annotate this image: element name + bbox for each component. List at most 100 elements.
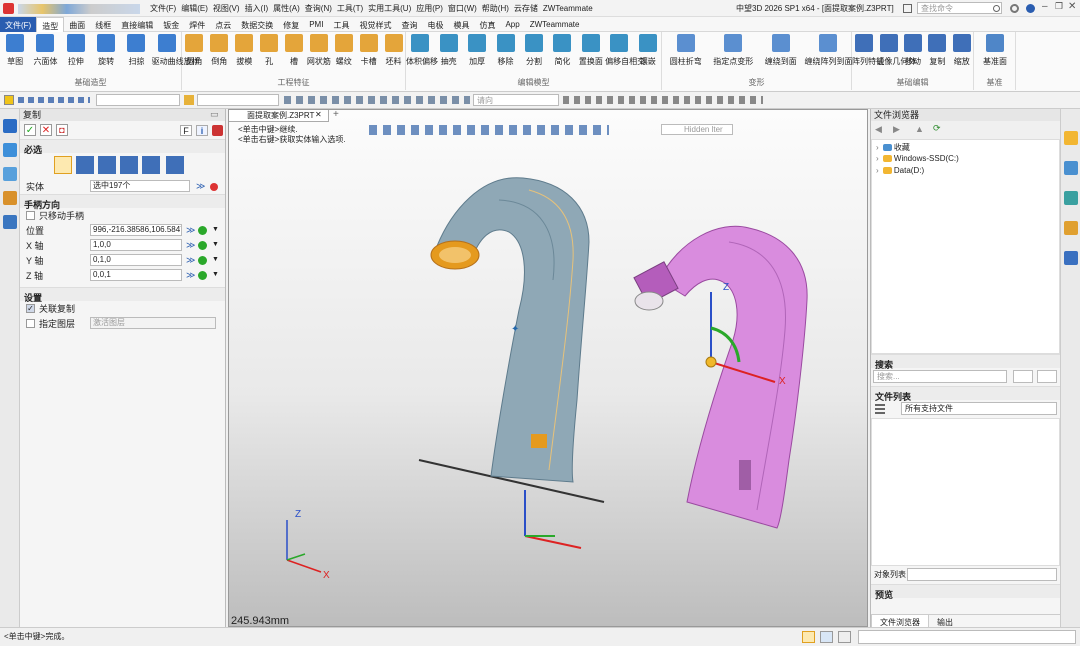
view-mode-icon[interactable] — [875, 404, 885, 414]
field-handle-icon[interactable] — [198, 226, 207, 235]
ribbon-tab[interactable]: 修复 — [278, 17, 304, 32]
ribbon-button[interactable]: 体积偏移 — [406, 34, 438, 67]
move-mode-2-icon[interactable] — [76, 156, 94, 174]
object-list-select[interactable] — [907, 568, 1057, 581]
move-mode-3-icon[interactable] — [98, 156, 116, 174]
ribbon-button[interactable]: 缠绕到面 — [757, 34, 805, 67]
ribbon-tab[interactable]: 工具 — [328, 17, 354, 32]
field-dropdown-icon[interactable]: ▼ — [212, 271, 219, 278]
assembly-icon[interactable] — [2, 143, 17, 157]
cancel-button[interactable]: ✕ — [40, 124, 52, 136]
ribbon-button[interactable]: 偏移自相交 — [605, 34, 645, 67]
field-expand-icon[interactable]: ≫ — [186, 271, 195, 280]
ribbon-tab[interactable]: 直接编辑 — [116, 17, 158, 32]
tree-expand-icon[interactable]: › — [876, 166, 879, 175]
entity-pick-icon[interactable] — [210, 183, 218, 191]
ok-button[interactable]: ✓ — [24, 124, 36, 136]
field-input[interactable]: 0,0,1 — [90, 269, 182, 281]
only-move-handle-checkbox[interactable] — [26, 211, 35, 220]
user-icon[interactable] — [2, 215, 17, 229]
select-filter-icon[interactable] — [4, 95, 14, 105]
forward-icon[interactable]: ▶ — [893, 125, 900, 134]
move-mode-5-icon[interactable] — [142, 156, 160, 174]
close-icon[interactable]: ✕ — [1068, 2, 1076, 12]
up-icon[interactable]: ▲ — [915, 125, 924, 134]
ribbon-button[interactable]: 移除 — [491, 34, 519, 67]
quick-menu-item[interactable]: 云存储 — [514, 4, 538, 13]
type-dropdown[interactable] — [197, 94, 279, 106]
ribbon-button[interactable]: 六面体 — [30, 34, 60, 67]
pick-tools[interactable] — [18, 97, 90, 103]
quick-menu-item[interactable]: 窗口(W) — [448, 4, 477, 13]
ribbon-button[interactable]: 加厚 — [463, 34, 491, 67]
field-expand-icon[interactable]: ≫ — [186, 241, 195, 250]
tree-item[interactable]: › Windows-SSD(C:) — [872, 154, 1059, 166]
status-tool-2-icon[interactable] — [820, 631, 833, 643]
quick-menu-item[interactable]: 工具(T) — [337, 4, 363, 13]
ribbon-button[interactable]: 缠绕阵列到面 — [805, 34, 853, 67]
options-icon[interactable] — [212, 125, 223, 136]
palette-icon[interactable] — [1063, 161, 1078, 175]
ribbon-tab[interactable]: 焊件 — [184, 17, 210, 32]
panel-pin-icon[interactable]: ▭ — [210, 110, 219, 119]
ribbon-button[interactable]: 拔模 — [232, 34, 257, 67]
status-input-field[interactable] — [858, 630, 1076, 644]
quick-menu[interactable]: 文件(F) 编辑(E) 视图(V) 插入(I) 属性(A) 查询(N) 工具(T) 实用工具(… — [150, 5, 598, 13]
ribbon-button[interactable]: 分割 — [520, 34, 548, 67]
ribbon-button[interactable]: 置换面 — [577, 34, 605, 67]
search-icon[interactable] — [993, 5, 1000, 12]
handle-direction-section[interactable]: 手柄方向 — [20, 194, 225, 210]
function-help-button[interactable]: F — [180, 125, 192, 136]
ribbon-tab[interactable]: App — [500, 17, 524, 32]
field-dropdown-icon[interactable]: ▼ — [212, 256, 219, 263]
quick-menu-item[interactable]: 属性(A) — [273, 4, 300, 13]
move-mode-4-icon[interactable] — [120, 156, 138, 174]
snap-tools[interactable] — [563, 96, 763, 104]
search-section[interactable]: 搜索 — [871, 354, 1060, 370]
tree-expand-icon[interactable]: › — [876, 143, 879, 152]
ribbon-tab[interactable]: 电极 — [422, 17, 448, 32]
assign-layer-checkbox[interactable] — [26, 319, 35, 328]
tree-expand-icon[interactable]: › — [876, 154, 879, 163]
entity-expand-icon[interactable]: ≫ — [196, 182, 205, 191]
filter-dropdown[interactable] — [96, 94, 180, 106]
field-input[interactable]: 0,1,0 — [90, 254, 182, 266]
feature-icon[interactable] — [2, 167, 17, 181]
ribbon-tab[interactable]: PMI — [304, 17, 328, 32]
ribbon-tab[interactable]: 数据交换 — [236, 17, 278, 32]
history-icon[interactable] — [2, 119, 17, 133]
ribbon-button[interactable]: 圆柱折弯 — [662, 34, 710, 67]
ribbon-tab[interactable]: 曲面 — [64, 17, 90, 32]
tools-icon[interactable] — [1063, 251, 1078, 265]
quick-menu-item[interactable]: 视图(V) — [213, 4, 240, 13]
ribbon-button[interactable]: 圆角 — [182, 34, 207, 67]
ribbon-button[interactable]: 抽壳 — [434, 34, 462, 67]
view-tools[interactable] — [284, 96, 470, 104]
quick-menu-item[interactable]: 帮助(H) — [482, 4, 509, 13]
ribbon-tab[interactable]: 钣金 — [158, 17, 184, 32]
help-icon[interactable] — [1026, 4, 1035, 13]
ribbon-button[interactable]: 基准面 — [974, 34, 1016, 67]
ribbon-button[interactable]: 草图 — [0, 34, 30, 67]
ribbon-button[interactable]: 镶嵌 — [634, 34, 662, 67]
move-mode-1-icon[interactable] — [54, 156, 72, 174]
folder-icon[interactable] — [1063, 131, 1078, 145]
field-dropdown-icon[interactable]: ▼ — [212, 226, 219, 233]
ribbon-tab[interactable]: 仿真 — [474, 17, 500, 32]
file-list-section[interactable]: 文件列表 — [871, 386, 1060, 402]
model-scene[interactable]: Z X ✦ Z X — [229, 110, 869, 628]
minimize-icon[interactable]: – — [1042, 2, 1048, 12]
ribbon-button[interactable]: 驱动曲线放样 — [152, 34, 200, 67]
view-manager-icon[interactable] — [1063, 191, 1078, 205]
quick-menu-item[interactable]: 应用(P) — [416, 4, 443, 13]
field-expand-icon[interactable]: ≫ — [186, 226, 195, 235]
ribbon-button[interactable]: 倒角 — [207, 34, 232, 67]
quick-menu-item[interactable]: 插入(I) — [245, 4, 269, 13]
status-tool-3-icon[interactable] — [838, 631, 851, 643]
field-expand-icon[interactable]: ≫ — [186, 256, 195, 265]
layer-select[interactable]: 激活图层 — [90, 317, 216, 329]
ribbon-button[interactable]: 移动 — [901, 34, 925, 67]
ribbon-button[interactable]: 坯料 — [381, 34, 406, 67]
ribbon-button[interactable]: 阵列特征 — [852, 34, 884, 67]
clear-search-icon[interactable] — [1037, 370, 1057, 383]
